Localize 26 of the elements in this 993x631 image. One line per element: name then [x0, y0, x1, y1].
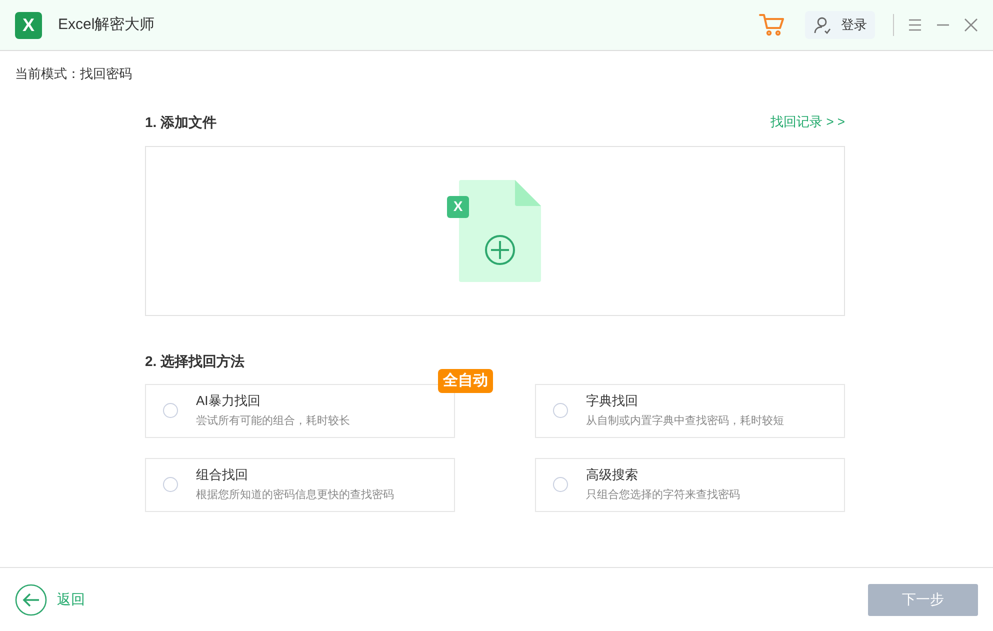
radio-button[interactable] — [163, 403, 178, 418]
method-name: 组合找回 — [196, 467, 249, 483]
method-description: 从自制或内置字典中查找密码，耗时较短 — [586, 415, 784, 428]
window-title: Excel解密大师 — [58, 14, 155, 35]
method-description: 尝试所有可能的组合，耗时较长 — [196, 415, 350, 428]
method-description: 只组合您选择的字符来查找密码 — [586, 489, 740, 502]
method-option[interactable]: 组合找回 根据您所知道的密码信息更快的查找密码 — [145, 458, 455, 512]
method-option[interactable]: 字典找回 从自制或内置字典中查找密码，耗时较短 — [535, 384, 845, 438]
login-button[interactable]: 登录 — [805, 11, 875, 39]
section-title: 1. 添加文件 — [145, 112, 217, 132]
radio-button[interactable] — [553, 403, 568, 418]
method-name: 字典找回 — [586, 393, 639, 409]
close-icon[interactable] — [964, 18, 978, 32]
method-name: AI暴力找回 — [196, 393, 262, 409]
user-icon — [813, 16, 831, 34]
section-title: 2. 选择找回方法 — [145, 352, 246, 370]
method-description: 根据您所知道的密码信息更快的查找密码 — [196, 489, 394, 502]
mode-label: 当前模式：找回密码 — [15, 65, 133, 83]
radio-button[interactable] — [163, 477, 178, 492]
method-option[interactable]: 高级搜索 只组合您选择的字符来查找密码 — [535, 458, 845, 512]
cart-icon[interactable] — [759, 13, 785, 37]
auto-badge: 全自动 — [438, 368, 493, 392]
app-logo: X — [15, 12, 42, 38]
menu-icon[interactable] — [908, 19, 922, 31]
radio-button[interactable] — [553, 477, 568, 492]
method-name: 高级搜索 — [586, 467, 639, 483]
